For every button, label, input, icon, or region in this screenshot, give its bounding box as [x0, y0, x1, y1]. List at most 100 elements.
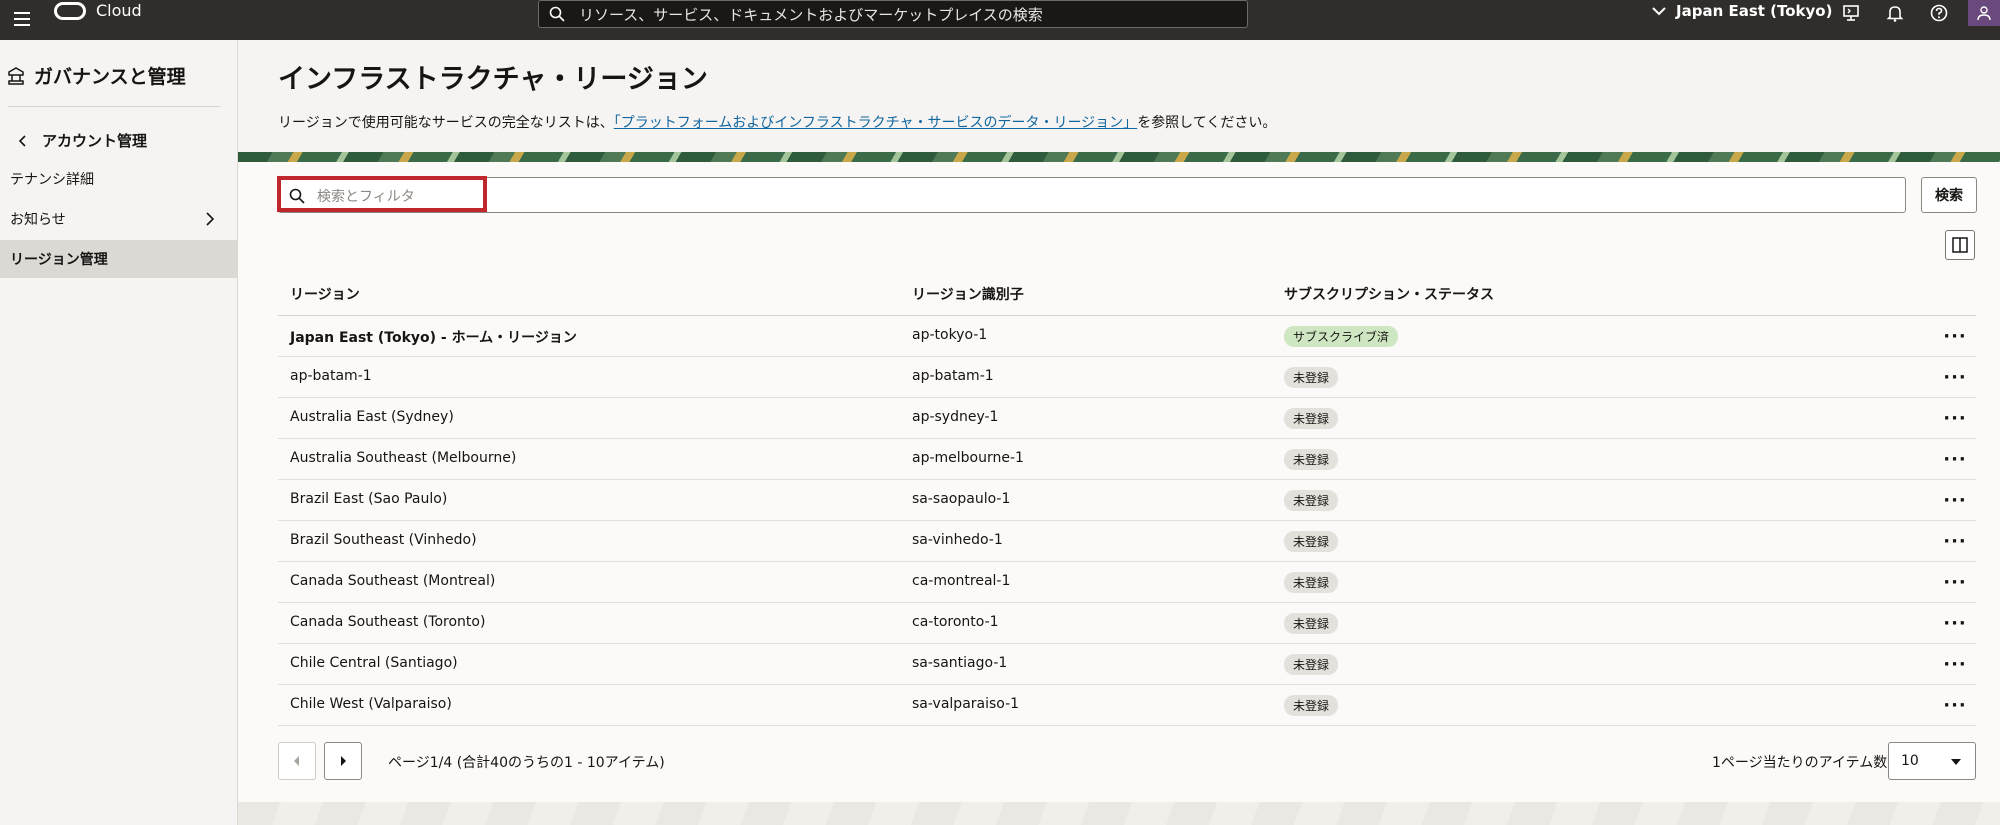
region-name-cell: Canada Southeast (Toronto)	[290, 614, 486, 630]
next-page-button[interactable]	[324, 742, 362, 780]
brand-name[interactable]: Cloud	[96, 1, 142, 20]
pagination: ページ1/4 (合計40のうちの1 - 10アイテム) 1ページ当たりのアイテム…	[278, 742, 1978, 782]
items-per-page-label: 1ページ当たりのアイテム数	[1712, 755, 1888, 771]
status-badge: 未登録	[1284, 572, 1339, 593]
description-prefix: リージョンで使用可能なサービスの完全なリストは、	[278, 115, 614, 131]
chevron-right-icon	[206, 212, 214, 226]
sidebar-divider	[8, 106, 220, 107]
row-actions-icon[interactable]: ···	[1942, 611, 1968, 635]
bell-icon[interactable]	[1884, 2, 1906, 24]
region-id-cell: ap-sydney-1	[912, 409, 999, 425]
sidebar-back-label: アカウント管理	[42, 132, 148, 150]
status-badge: 未登録	[1284, 367, 1339, 388]
cloud-shell-icon[interactable]	[1840, 2, 1862, 24]
status-badge: 未登録	[1284, 408, 1339, 429]
search-button[interactable]: 検索	[1921, 177, 1977, 213]
table-body: Japan East (Tokyo) - ホーム・リージョン ap-tokyo-1…	[278, 316, 1976, 726]
columns-icon	[1952, 237, 1968, 253]
regions-panel: 検索とフィルタ 検索 リージョン リージョン識別子 サブスクリプション・ステータ…	[238, 162, 2000, 802]
hamburger-menu-icon[interactable]	[10, 8, 34, 30]
search-filter-input[interactable]: 検索とフィルタ	[278, 177, 1906, 213]
status-badge: サブスクライブ済	[1284, 326, 1399, 347]
column-header-status[interactable]: サブスクリプション・ステータス	[1284, 284, 1494, 304]
items-per-page-select[interactable]: 10	[1888, 742, 1976, 780]
sidebar-title: ガバナンスと管理	[8, 62, 186, 89]
status-badge: 未登録	[1284, 490, 1339, 511]
user-avatar-icon[interactable]	[1968, 0, 2000, 26]
table-row: Chile West (Valparaiso) sa-valparaiso-1 未登…	[278, 685, 1976, 726]
decorative-banner	[238, 152, 2000, 162]
sidebar-item-announcements[interactable]: お知らせ	[0, 200, 238, 238]
global-search-input[interactable]: リソース、サービス、ドキュメントおよびマーケットプレイスの検索	[538, 0, 1248, 28]
top-bar: Cloud リソース、サービス、ドキュメントおよびマーケットプレイスの検索 Ja…	[0, 0, 2000, 40]
pagination-status: ページ1/4 (合計40のうちの1 - 10アイテム)	[388, 755, 665, 771]
row-actions-icon[interactable]: ···	[1942, 693, 1968, 717]
governance-icon	[8, 66, 24, 85]
caret-left-icon	[294, 756, 299, 766]
status-badge: 未登録	[1284, 695, 1339, 716]
sidebar-item-label: テナンシ詳細	[10, 172, 94, 188]
table-row: Australia Southeast (Melbourne) ap-melbou…	[278, 439, 1976, 480]
table-row: Canada Southeast (Toronto) ca-toronto-1 未登…	[278, 603, 1976, 644]
column-settings-button[interactable]	[1945, 230, 1975, 260]
region-selector[interactable]: Japan East (Tokyo)	[1652, 2, 1832, 20]
table-row: ap-batam-1 ap-batam-1 未登録 ···	[278, 357, 1976, 398]
sidebar-item-tenancy-details[interactable]: テナンシ詳細	[0, 160, 238, 198]
status-badge: 未登録	[1284, 654, 1339, 675]
table-row: Japan East (Tokyo) - ホーム・リージョン ap-tokyo-1…	[278, 316, 1976, 357]
description-suffix: を参照してください。	[1137, 115, 1277, 131]
region-name-cell: Brazil Southeast (Vinhedo)	[290, 532, 477, 548]
main-content: インフラストラクチャ・リージョン リージョンで使用可能なサービスの完全なリストは…	[238, 40, 2000, 825]
sidebar: ガバナンスと管理 アカウント管理 テナンシ詳細 お知らせ リージョン管理	[0, 40, 238, 825]
sidebar-item-label: リージョン管理	[10, 252, 108, 268]
status-badge: 未登録	[1284, 613, 1339, 634]
regions-table: リージョン リージョン識別子 サブスクリプション・ステータス Japan Eas…	[278, 272, 1976, 726]
decorative-footer	[238, 802, 2000, 825]
table-row: Brazil Southeast (Vinhedo) sa-vinhedo-1 未登…	[278, 521, 1976, 562]
row-actions-icon[interactable]: ···	[1942, 652, 1968, 676]
oracle-logo-icon[interactable]	[54, 2, 86, 20]
previous-page-button[interactable]	[278, 742, 316, 780]
region-id-cell: ap-tokyo-1	[912, 327, 988, 343]
region-id-cell: ap-batam-1	[912, 368, 994, 384]
caret-right-icon	[341, 756, 346, 766]
items-per-page-value: 10	[1901, 753, 1919, 769]
row-actions-icon[interactable]: ···	[1942, 447, 1968, 471]
region-name-cell: Canada Southeast (Montreal)	[290, 573, 496, 589]
region-id-cell: ap-melbourne-1	[912, 450, 1024, 466]
row-actions-icon[interactable]: ···	[1942, 365, 1968, 389]
row-actions-icon[interactable]: ···	[1942, 570, 1968, 594]
data-regions-link[interactable]: 「プラットフォームおよびインフラストラクチャ・サービスのデータ・リージョン」	[614, 115, 1137, 131]
chevron-down-icon	[1652, 7, 1666, 16]
region-name-cell: Chile Central (Santiago)	[290, 655, 458, 671]
page-description: リージョンで使用可能なサービスの完全なリストは、「プラットフォームおよびインフラ…	[278, 112, 1276, 132]
table-row: Australia East (Sydney) ap-sydney-1 未登録 ···	[278, 398, 1976, 439]
region-id-cell: ca-toronto-1	[912, 614, 999, 630]
help-icon[interactable]	[1928, 2, 1950, 24]
table-row: Chile Central (Santiago) sa-santiago-1 未登録…	[278, 644, 1976, 685]
region-id-cell: sa-valparaiso-1	[912, 696, 1020, 712]
column-header-region-id[interactable]: リージョン識別子	[912, 284, 1024, 304]
status-badge: 未登録	[1284, 449, 1339, 470]
sidebar-item-label: お知らせ	[10, 212, 66, 228]
row-actions-icon[interactable]: ···	[1942, 324, 1968, 348]
table-row: Brazil East (Sao Paulo) sa-saopaulo-1 未登録 ·…	[278, 480, 1976, 521]
table-row: Canada Southeast (Montreal) ca-montreal-1…	[278, 562, 1976, 603]
region-id-cell: sa-saopaulo-1	[912, 491, 1011, 507]
region-id-cell: sa-vinhedo-1	[912, 532, 1003, 548]
sidebar-item-region-management[interactable]: リージョン管理	[0, 240, 238, 278]
region-id-cell: ca-montreal-1	[912, 573, 1011, 589]
region-name-cell: Japan East (Tokyo) - ホーム・リージョン	[290, 330, 577, 346]
highlight-box	[277, 176, 487, 212]
column-header-region[interactable]: リージョン	[290, 284, 360, 304]
region-name-cell: Australia East (Sydney)	[290, 409, 454, 425]
status-badge: 未登録	[1284, 531, 1339, 552]
row-actions-icon[interactable]: ···	[1942, 406, 1968, 430]
region-selector-label: Japan East (Tokyo)	[1676, 2, 1833, 20]
sidebar-title-label: ガバナンスと管理	[34, 66, 186, 88]
sidebar-back-link[interactable]: アカウント管理	[18, 130, 147, 151]
row-actions-icon[interactable]: ···	[1942, 488, 1968, 512]
region-name-cell: ap-batam-1	[290, 368, 372, 384]
page-title: インフラストラクチャ・リージョン	[278, 64, 708, 95]
row-actions-icon[interactable]: ···	[1942, 529, 1968, 553]
